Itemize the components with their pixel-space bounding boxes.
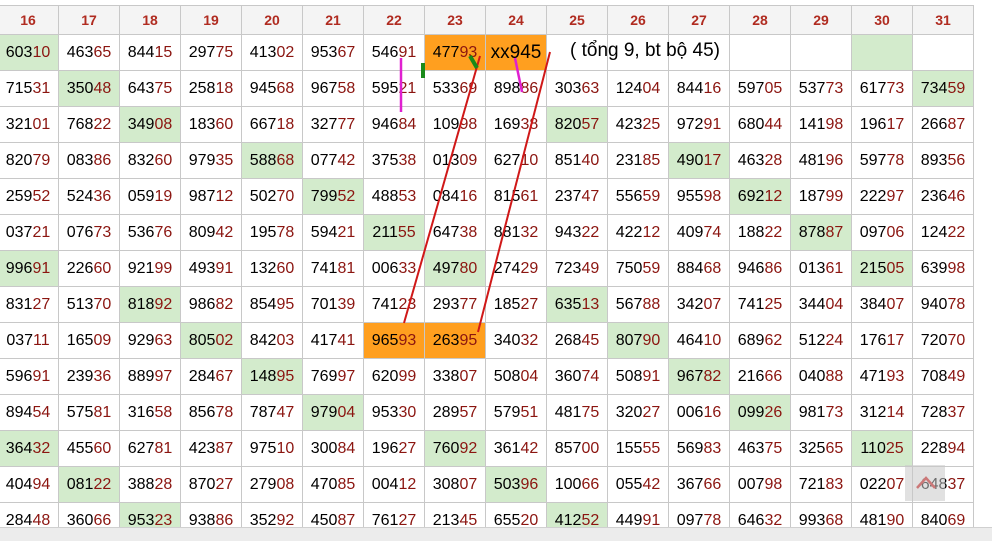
green-mark-col23	[468, 54, 479, 70]
bottom-tab-bar	[0, 527, 992, 541]
red-line-right	[477, 51, 551, 333]
scroll-top-button[interactable]	[905, 465, 945, 501]
red-line-left	[403, 55, 481, 324]
magenta-mark-col24	[513, 57, 524, 93]
annotation-overlay	[399, 51, 936, 489]
